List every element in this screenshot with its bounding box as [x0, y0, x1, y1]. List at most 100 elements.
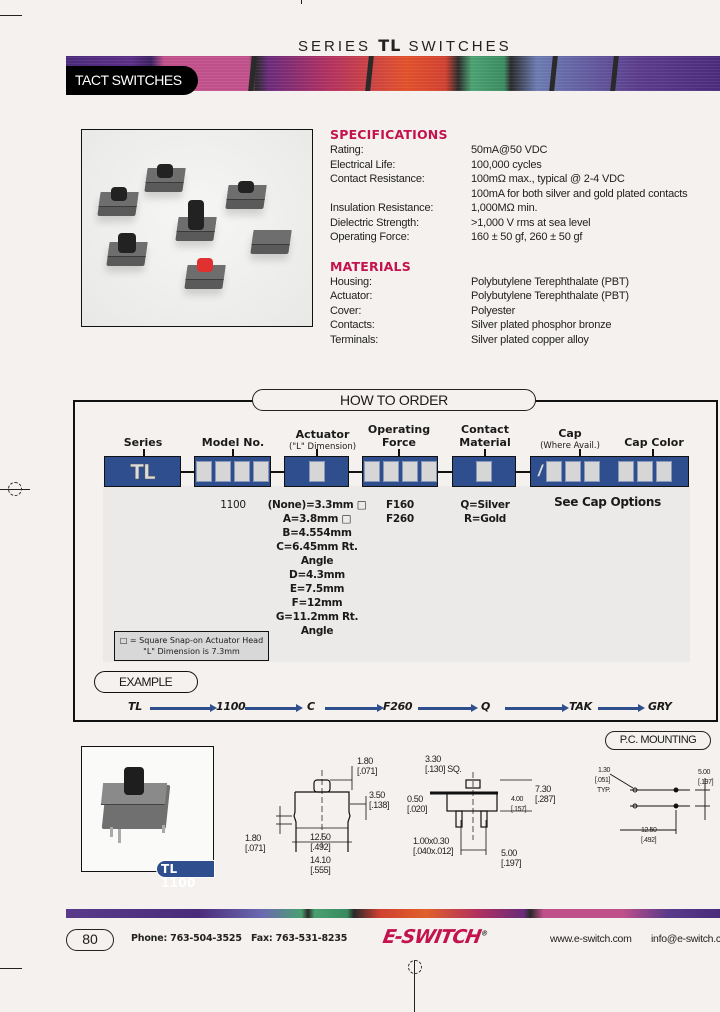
slash-separator: / — [538, 462, 543, 480]
actuator-option: B=4.554mm — [282, 527, 352, 539]
contact-options: Q=Silver R=Gold — [445, 498, 525, 526]
spec-value: 100,000 cycles — [471, 159, 542, 171]
spec-label: Electrical Life: — [330, 159, 396, 171]
crop-mark — [301, 0, 302, 4]
model-number-box — [194, 456, 271, 487]
force-options: F160 F260 — [370, 498, 430, 526]
spec-row: Electrical Life: 100,000 cycles — [330, 159, 542, 171]
cap-label: Cap — [558, 427, 582, 440]
spec-value: 160 ± 50 gf, 260 ± 50 gf — [471, 231, 583, 243]
dim-mm: 0.50 — [407, 794, 423, 804]
code-slot — [382, 461, 399, 482]
dimension-label: 1.80 [.071] — [357, 756, 378, 776]
code-slot — [253, 461, 269, 482]
dim-extra: TYP. — [596, 787, 610, 794]
dimension-label: 14.10 [.555] — [310, 855, 331, 875]
material-label: Cover: — [330, 305, 362, 317]
tl1100-photo — [81, 746, 214, 872]
code-slot — [637, 461, 654, 482]
e-switch-logo: E-SWITCH® — [381, 926, 488, 948]
material-value: Polybutylene Terephthalate (PBT) — [471, 276, 629, 288]
contact-column-label: Contact Material — [445, 423, 525, 449]
cap-column-label: Cap (Where Avail.) — [540, 427, 600, 453]
crop-mark — [0, 968, 22, 969]
code-slot — [420, 461, 437, 482]
terminal-image — [118, 829, 121, 843]
spec-value: 100mA for both silver and gold plated co… — [471, 188, 688, 200]
actuator-option: F=12mm — [291, 597, 343, 609]
code-slot — [363, 461, 380, 482]
contact-option: R=Gold — [463, 513, 507, 525]
actuator-image — [188, 200, 204, 230]
actuator-option: G=11.2mm Rt. — [275, 611, 359, 623]
spec-label: Contact Resistance: — [330, 173, 425, 185]
switch-image — [250, 230, 292, 254]
dim-in: [.197] — [698, 779, 714, 786]
dim-mm: 5.00 — [698, 769, 711, 776]
arrow-icon — [150, 704, 217, 712]
connector-line — [349, 471, 363, 473]
dim-mm: 12.50 — [641, 827, 657, 834]
dim-mm: 3.50 — [369, 790, 385, 800]
contact-material-box — [452, 456, 516, 487]
spec-label: Rating: — [330, 144, 364, 156]
dim-mm: 14.10 — [310, 855, 331, 865]
material-row: Contacts: Silver plated phosphor bronze — [330, 319, 612, 331]
cap-sublabel: (Where Avail.) — [540, 441, 600, 451]
email-link[interactable]: info@e-switch.com — [651, 933, 720, 945]
registered-mark: ® — [480, 929, 488, 938]
material-row: Cover: Polyester — [330, 305, 515, 317]
actuator-sublabel: ("L" Dimension) — [288, 442, 357, 452]
dim-in: [.071] — [245, 843, 266, 853]
force-option: F260 — [386, 513, 414, 525]
code-slot — [401, 461, 418, 482]
dim-mm: 1.80 — [245, 833, 261, 843]
example-code: 1100 — [216, 700, 246, 713]
dimension-label: 7.30 [.287] — [535, 784, 556, 804]
dim-mm: 12.50 — [310, 832, 331, 842]
example-code: GRY — [648, 700, 672, 713]
actuator-label: Actuator — [295, 428, 350, 441]
spec-value: 1,000MΩ min. — [471, 202, 538, 214]
connector-line — [516, 471, 531, 473]
series-prefix: SERIES — [298, 38, 372, 55]
material-row: Actuator: Polybutylene Terephthalate (PBT… — [330, 290, 629, 302]
material-value: Silver plated copper alloy — [471, 334, 589, 346]
dim-in: [.555] — [310, 865, 331, 875]
connector-line — [181, 471, 195, 473]
code-slot — [618, 461, 635, 482]
spec-value: 50mA@50 VDC — [471, 144, 548, 156]
registration-mark — [408, 960, 422, 974]
code-slot — [476, 461, 492, 482]
spec-label: Insulation Resistance: — [330, 202, 434, 214]
website-link[interactable]: www.e-switch.com — [550, 933, 632, 945]
category-label: TACT SWITCHES — [66, 66, 198, 95]
terminal-image — [162, 825, 165, 833]
spec-value: >1,000 V rms at sea level — [471, 217, 591, 229]
force-option: F160 — [386, 499, 414, 511]
note-line: "L" Dimension is 7.3mm — [143, 647, 240, 656]
dim-mm: 1.00x0.30 — [413, 836, 449, 846]
arrow-icon — [245, 704, 303, 712]
product-photo — [81, 129, 313, 327]
actuator-image — [118, 233, 136, 253]
crop-mark — [0, 15, 22, 16]
pad-hole — [673, 803, 679, 809]
footer-color-band — [66, 909, 720, 918]
dimension-label: 0.50 [.020] — [407, 794, 428, 814]
dim-mm: 1.30 — [597, 767, 610, 774]
actuator-option: (None)=3.3mm □ — [267, 499, 367, 511]
dim-mm: 4.00 — [511, 796, 524, 803]
series-code: TL — [378, 36, 402, 55]
actuator-option: D=4.3mm — [289, 569, 345, 581]
cap-box: / — [530, 456, 689, 487]
material-value: Polybutylene Terephthalate (PBT) — [471, 290, 629, 302]
dimension-label: 12.50 [.492] — [310, 832, 331, 852]
actuator-image — [238, 181, 254, 193]
arrow-icon — [598, 704, 645, 712]
spec-value: 100mΩ max., typical @ 2-4 VDC — [471, 173, 625, 185]
material-label: Contacts: — [330, 319, 375, 331]
arrow-icon — [418, 704, 478, 712]
model-column-label: Model No. — [201, 436, 265, 449]
fax-number: Fax: 763-531-8235 — [251, 933, 348, 944]
